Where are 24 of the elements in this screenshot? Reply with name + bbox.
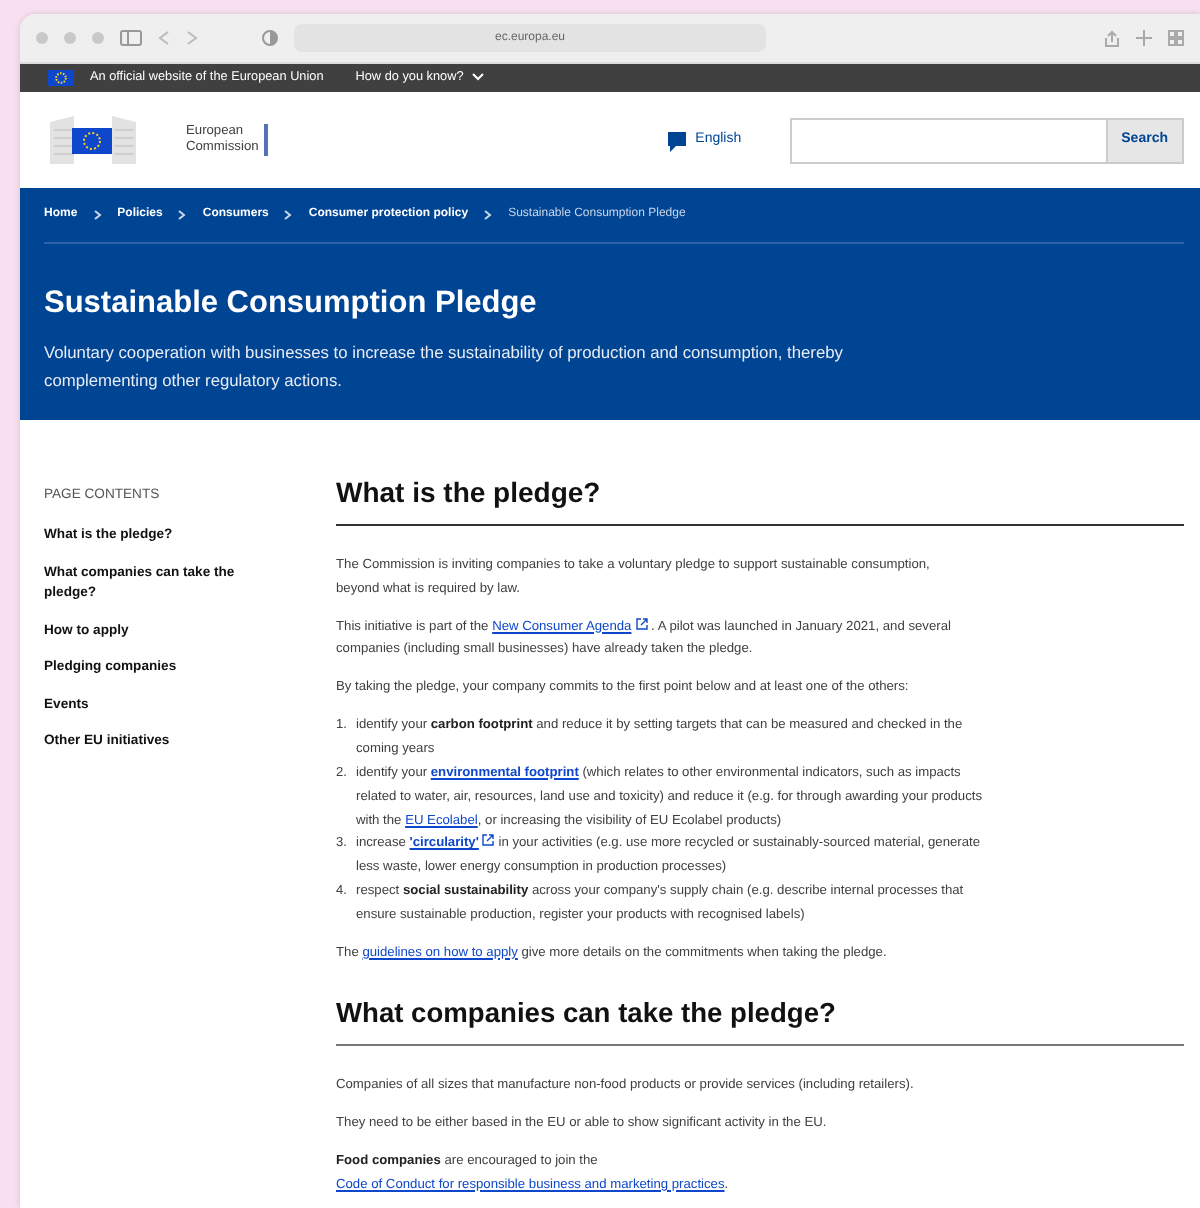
new-tab-icon[interactable] [1136, 29, 1152, 45]
search-field[interactable] [789, 117, 1106, 163]
chevron-right-icon [284, 210, 293, 220]
shield-icon[interactable] [262, 30, 278, 46]
section-heading: What is the pledge? [336, 468, 1184, 526]
chevron-down-icon [471, 72, 484, 83]
page-title: Sustainable Consumption Pledge [44, 284, 539, 324]
chevron-right-icon [178, 210, 187, 220]
page-subtitle: Voluntary cooperation with businesses to increase the sustainability of production and consumption, thereby complementing other regulatory actions. [44, 340, 845, 395]
forward-icon[interactable] [186, 30, 198, 46]
eu-flag-icon [48, 70, 74, 86]
sidebar-icon[interactable] [120, 30, 142, 46]
chevron-right-icon [93, 210, 102, 220]
external-link-icon [635, 617, 648, 630]
speech-bubble-icon [665, 129, 688, 151]
window-close-button[interactable] [36, 32, 48, 44]
external-link-icon [482, 834, 495, 847]
back-icon[interactable] [158, 30, 170, 46]
window-minimize-button[interactable] [64, 32, 76, 44]
tabs-overview-icon[interactable] [1168, 29, 1184, 45]
section-heading: What companies can take the pledge? [336, 989, 1184, 1047]
share-icon[interactable] [1104, 29, 1120, 47]
chevron-right-icon [484, 210, 493, 220]
window-zoom-button[interactable] [92, 32, 104, 44]
